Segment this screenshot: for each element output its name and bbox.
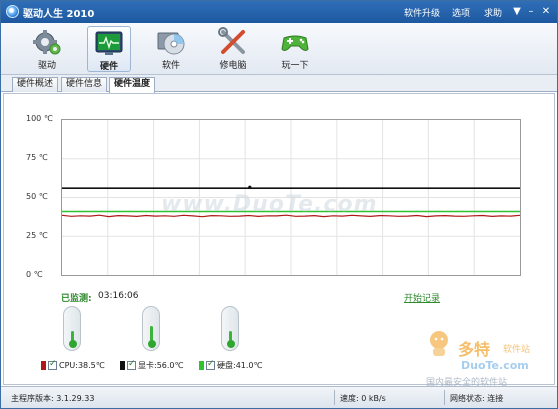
toolbar-hardware-label: 硬件 (99, 62, 118, 72)
legend-gpu-text: 显卡:56.0℃ (138, 360, 184, 370)
menu-help[interactable]: 求助 (484, 6, 502, 19)
hardware-monitor-icon (94, 28, 124, 58)
legend-cpu[interactable]: CPU:38.5℃ (41, 359, 105, 371)
watermark-center-text: www.DuoTe.com (161, 192, 378, 217)
minimize-icon[interactable]: – (524, 5, 538, 18)
y-tick-label: 50 ℃ (26, 192, 48, 201)
series-point-marker (248, 185, 252, 189)
toolbar-repair-button[interactable]: 修电脑 (211, 26, 255, 72)
gpu-checkbox[interactable] (127, 359, 136, 370)
legend-disk[interactable]: 硬盘:41.0℃ (199, 359, 263, 371)
y-tick-label: 100 ℃ (26, 114, 53, 123)
watermark-brand-sub: 软件站 (503, 345, 531, 355)
tab-hardware-info[interactable]: 硬件信息 (61, 77, 108, 92)
watermark-brand: 多特 (458, 340, 491, 359)
window-title: 驱动人生 2010 (23, 9, 95, 20)
status-bar: 主程序版本: 3.1.29.33 速度: 0 kB/s 网络状态: 连接 (1, 386, 557, 408)
toolbar-software-label: 软件 (161, 61, 180, 71)
menu-options[interactable]: 选项 (452, 6, 470, 19)
legend-swatch-gpu (120, 360, 125, 370)
gpu-thermometer (142, 306, 160, 351)
cpu-thermometer (63, 306, 81, 351)
legend-swatch-disk (199, 360, 204, 370)
tab-strip: 硬件概述 硬件信息 硬件温度 (1, 75, 557, 93)
app-window: 驱动人生 2010 软件升级 选项 求助 ▼ – ✕ 驱动 硬件 软件 修电脑 … (0, 0, 558, 409)
legend-cpu-text: CPU:38.5℃ (59, 360, 105, 370)
y-tick-label: 75 ℃ (26, 153, 48, 162)
program-version: 主程序版本: 3.1.29.33 (11, 394, 95, 403)
tab-hardware-temperature[interactable]: 硬件温度 (109, 77, 156, 93)
download-speed: 速度: 0 kB/s (340, 394, 386, 403)
gamepad-icon (280, 27, 310, 57)
toolbar-driver-label: 驱动 (37, 61, 56, 71)
monitor-duration-label: 已监测: (61, 294, 92, 304)
main-toolbar: 驱动 硬件 软件 修电脑 玩一下 (1, 23, 557, 75)
monitor-duration-value: 03:16:06 (98, 291, 139, 301)
watermark-site: DuoTe.com (461, 359, 529, 372)
legend-gpu[interactable]: 显卡:56.0℃ (120, 359, 184, 371)
y-tick-label: 0 ℃ (26, 270, 43, 279)
network-status: 网络状态: 连接 (450, 394, 504, 403)
tab-hardware-overview[interactable]: 硬件概述 (12, 77, 59, 92)
toolbar-driver-button[interactable]: 驱动 (25, 26, 69, 72)
duote-mascot-icon (426, 329, 452, 357)
menu-software-upgrade[interactable]: 软件升级 (404, 6, 440, 19)
dropdown-arrow-icon[interactable]: ▼ (510, 5, 524, 18)
toolbar-play-label: 玩一下 (281, 61, 309, 71)
disk-checkbox[interactable] (206, 359, 215, 370)
gear-icon (32, 27, 62, 57)
toolbar-repair-label: 修电脑 (219, 61, 247, 71)
software-disc-icon (156, 27, 186, 57)
toolbar-play-button[interactable]: 玩一下 (273, 26, 317, 72)
close-icon[interactable]: ✕ (539, 5, 553, 18)
toolbar-hardware-button[interactable]: 硬件 (87, 26, 131, 72)
start-record-link[interactable]: 开始记录 (404, 291, 440, 304)
disk-thermometer (221, 306, 239, 351)
toolbar-software-button[interactable]: 软件 (149, 26, 193, 72)
app-logo-icon (6, 5, 19, 18)
cpu-checkbox[interactable] (48, 359, 57, 370)
legend-swatch-cpu (41, 360, 46, 370)
tools-icon (218, 27, 248, 57)
y-tick-label: 25 ℃ (26, 231, 48, 240)
legend-disk-text: 硬盘:41.0℃ (217, 360, 263, 370)
title-bar: 驱动人生 2010 软件升级 选项 求助 ▼ – ✕ (1, 1, 557, 23)
